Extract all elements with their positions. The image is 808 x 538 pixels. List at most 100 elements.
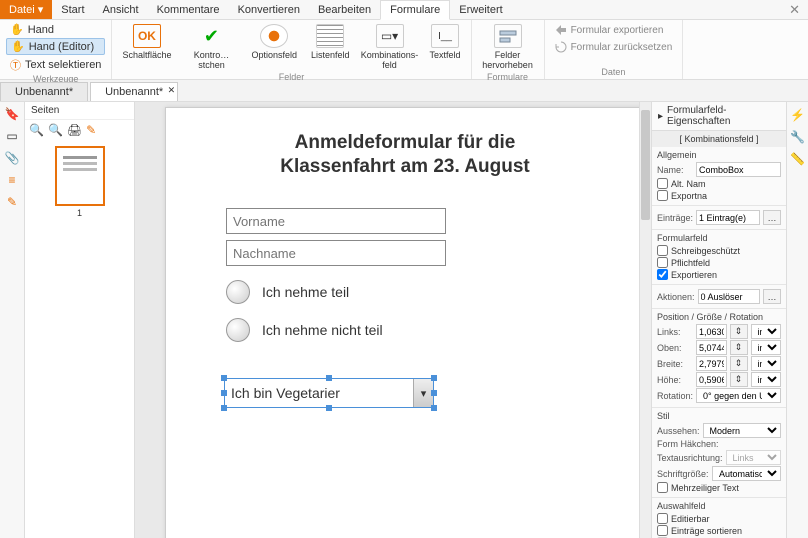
field-text[interactable]: I__Textfeld xyxy=(426,22,465,62)
inp-actions[interactable] xyxy=(698,289,760,304)
tool-text-select[interactable]: ⓉText selektieren xyxy=(6,56,105,74)
page-icon[interactable]: ▭ xyxy=(4,128,20,144)
page-number: 1 xyxy=(25,208,134,218)
nachname-input[interactable] xyxy=(226,240,446,266)
doc-tab-0[interactable]: Unbenannt* xyxy=(0,82,88,101)
chk-export[interactable] xyxy=(657,269,668,280)
unit-top[interactable]: in xyxy=(751,340,782,355)
sel-look[interactable]: Modern xyxy=(703,423,781,438)
combo-dropdown-button[interactable]: ▾ xyxy=(413,379,433,407)
pages-header: Seiten xyxy=(25,102,134,120)
lbl-readonly: Schreibgeschützt xyxy=(671,246,740,256)
radio-nichtteil[interactable] xyxy=(226,318,250,342)
zoom-in-icon[interactable]: 🔍 xyxy=(29,123,44,137)
field-checkbox[interactable]: ✔Kontro…stchen xyxy=(181,22,241,72)
lightning-icon[interactable]: ⚡ xyxy=(790,108,805,122)
close-tab-icon[interactable]: ✕ xyxy=(168,85,176,96)
sel-fontsize[interactable]: Automatisch xyxy=(712,466,781,481)
chk-mandatory[interactable] xyxy=(657,257,668,268)
chk-edit[interactable] xyxy=(657,513,668,524)
sel-rotation[interactable]: 0° gegen den Uhr xyxy=(696,388,781,403)
checkbox-icon: ✔ xyxy=(197,24,225,48)
lbl-entries: Einträge: xyxy=(657,213,693,223)
list-icon xyxy=(316,24,344,48)
window-close[interactable]: ✕ xyxy=(781,2,808,18)
lbl-sort: Einträge sortieren xyxy=(671,526,742,536)
inp-height[interactable] xyxy=(696,372,727,387)
unit-left[interactable]: in xyxy=(751,324,782,339)
menu-erweitert[interactable]: Erweitert xyxy=(450,1,511,19)
print-icon[interactable]: 🖨 xyxy=(67,123,82,137)
step-width[interactable]: ⇕ xyxy=(730,356,748,371)
lbl-rotation: Rotation: xyxy=(657,391,693,401)
chk-altname[interactable] xyxy=(657,178,668,189)
lbl-top: Oben: xyxy=(657,343,693,353)
chk-exportna[interactable] xyxy=(657,190,668,201)
reset-form[interactable]: Formular zurücksetzen xyxy=(551,39,677,55)
resize-handle[interactable] xyxy=(221,375,227,381)
lbl-name: Name: xyxy=(657,165,693,175)
list-icon[interactable]: ≡ xyxy=(4,172,20,188)
tool-hand-editor[interactable]: ✋Hand (Editor) xyxy=(6,38,105,55)
inp-width[interactable] xyxy=(696,356,727,371)
document-page[interactable]: Anmeldeformular für die Klassenfahrt am … xyxy=(165,107,639,538)
step-top[interactable]: ⇕ xyxy=(730,340,748,355)
tool-hand[interactable]: ✋Hand xyxy=(6,22,105,37)
chk-multiline[interactable] xyxy=(657,482,668,493)
chk-sort[interactable] xyxy=(657,525,668,536)
menu-file[interactable]: Datei ▾ xyxy=(0,0,52,19)
attach-icon[interactable]: 📎 xyxy=(4,150,20,166)
highlight-fields[interactable]: Felder hervorheben xyxy=(478,22,538,72)
step-left[interactable]: ⇕ xyxy=(730,324,748,339)
ruler-icon[interactable]: 📏 xyxy=(790,152,805,166)
resize-handle[interactable] xyxy=(326,405,332,411)
unit-height[interactable]: in xyxy=(751,372,782,387)
entries-more[interactable]: … xyxy=(763,210,781,225)
export-form[interactable]: Formular exportieren xyxy=(551,22,677,38)
lbl-height: Höhe: xyxy=(657,375,693,385)
resize-handle[interactable] xyxy=(221,390,227,396)
field-list[interactable]: Listenfeld xyxy=(307,22,354,62)
inp-name[interactable] xyxy=(696,162,781,177)
menu-kommentare[interactable]: Kommentare xyxy=(148,1,229,19)
edit-page-icon[interactable]: ✎ xyxy=(86,123,96,137)
field-radio[interactable]: Optionsfeld xyxy=(247,22,301,62)
page-thumbnail[interactable] xyxy=(55,146,105,206)
tool-icon[interactable]: 🔧 xyxy=(790,130,805,144)
step-height[interactable]: ⇕ xyxy=(730,372,748,387)
doc-tab-1[interactable]: Unbenannt*✕ xyxy=(90,82,178,101)
hand-editor-icon: ✋ xyxy=(11,40,25,53)
lbl-look: Aussehen: xyxy=(657,426,700,436)
radio-teil[interactable] xyxy=(226,280,250,304)
canvas-scrollbar[interactable] xyxy=(639,102,651,538)
actions-more[interactable]: … xyxy=(763,289,781,304)
lbl-multiline: Mehrzeiliger Text xyxy=(671,483,739,493)
button-icon: OK xyxy=(133,24,161,48)
doc-title-1: Anmeldeformular für die xyxy=(206,132,604,154)
scrollbar-thumb[interactable] xyxy=(641,110,650,220)
canvas[interactable]: Anmeldeformular für die Klassenfahrt am … xyxy=(135,102,639,538)
field-combo[interactable]: ▭▾Kombinations-feld xyxy=(360,22,420,72)
resize-handle[interactable] xyxy=(431,375,437,381)
field-button[interactable]: OKSchaltfläche xyxy=(118,22,175,62)
menu-bearbeiten[interactable]: Bearbeiten xyxy=(309,1,380,19)
resize-handle[interactable] xyxy=(431,405,437,411)
resize-handle[interactable] xyxy=(326,375,332,381)
chk-readonly[interactable] xyxy=(657,245,668,256)
unit-width[interactable]: in xyxy=(751,356,782,371)
menu-start[interactable]: Start xyxy=(52,1,93,19)
inp-left[interactable] xyxy=(696,324,727,339)
combo-selected[interactable]: Ich bin Vegetarier ▾ xyxy=(224,378,454,408)
zoom-out-icon[interactable]: 🔍 xyxy=(48,123,63,137)
resize-handle[interactable] xyxy=(221,405,227,411)
menu-konvertieren[interactable]: Konvertieren xyxy=(229,1,309,19)
inp-entries[interactable] xyxy=(696,210,760,225)
highlight-icon xyxy=(494,24,522,48)
bookmark-icon[interactable]: 🔖 xyxy=(4,106,20,122)
vorname-input[interactable] xyxy=(226,208,446,234)
resize-handle[interactable] xyxy=(431,390,437,396)
menu-ansicht[interactable]: Ansicht xyxy=(94,1,148,19)
signature-icon[interactable]: ✎ xyxy=(4,194,20,210)
menu-formulare[interactable]: Formulare xyxy=(380,0,450,20)
inp-top[interactable] xyxy=(696,340,727,355)
